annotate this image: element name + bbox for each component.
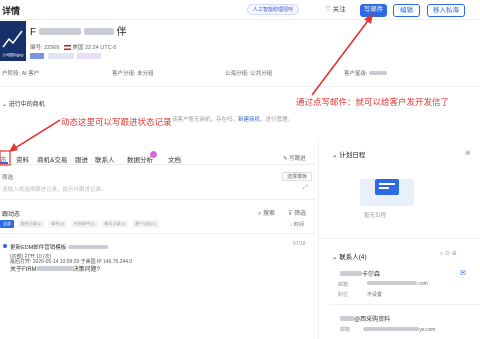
annotation-arrows bbox=[0, 14, 373, 166]
highlight-box bbox=[0, 150, 11, 166]
arrowhead bbox=[364, 14, 373, 24]
arrow-to-dynamics-tab bbox=[11, 119, 61, 151]
arrow-to-write-mail bbox=[311, 17, 371, 96]
